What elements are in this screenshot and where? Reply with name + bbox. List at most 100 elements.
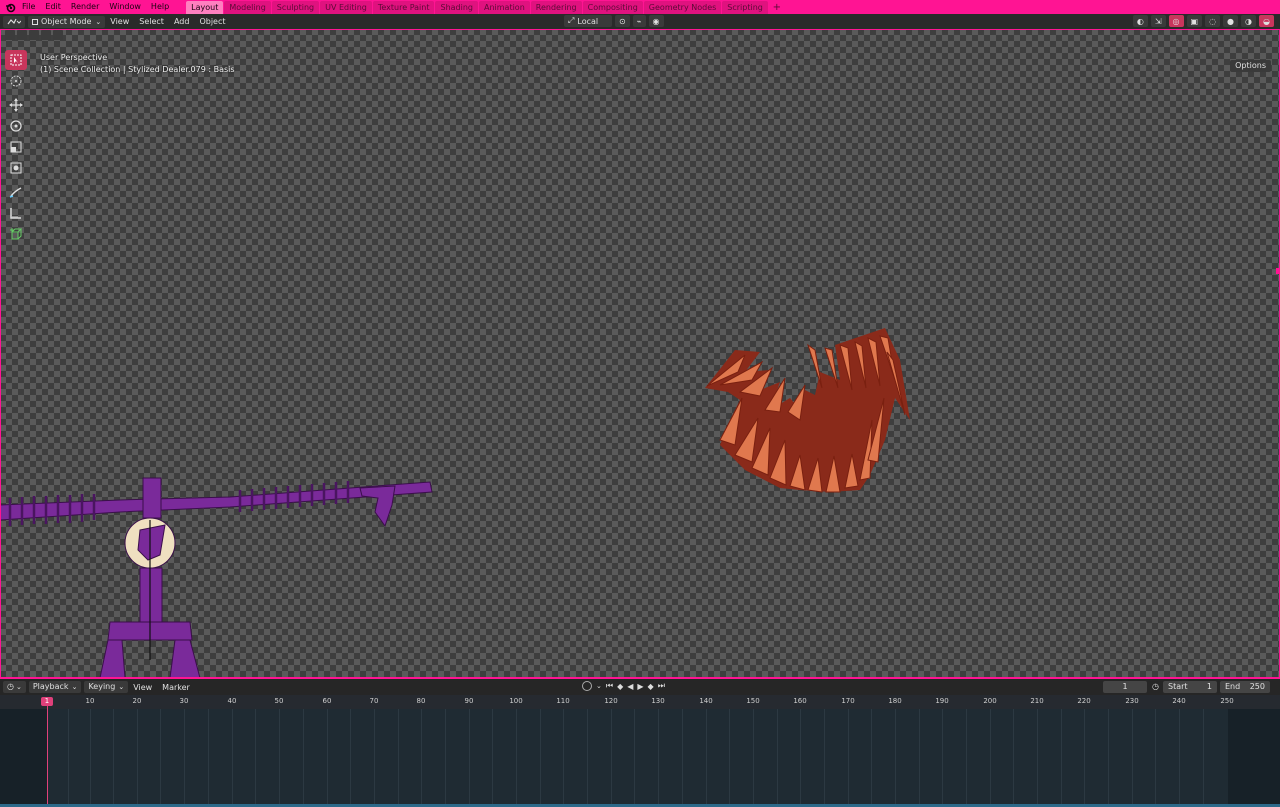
tab-geometry-nodes[interactable]: Geometry Nodes xyxy=(643,1,722,14)
move-tool[interactable] xyxy=(5,95,27,115)
cursor-tool[interactable] xyxy=(5,71,27,91)
3d-viewport[interactable]: Options xyxy=(0,29,1280,678)
tab-modeling[interactable]: Modeling xyxy=(224,1,271,14)
keying-set-icon[interactable]: ⌄ xyxy=(596,682,602,690)
tab-rendering[interactable]: Rendering xyxy=(530,1,582,14)
proportional-icon: ◉ xyxy=(652,16,660,26)
timeline-area[interactable] xyxy=(0,709,1280,807)
tab-shading[interactable]: Shading xyxy=(435,1,478,14)
tick-label: 100 xyxy=(509,697,523,705)
start-frame-field[interactable]: Start 1 xyxy=(1163,681,1217,693)
tick-label: 220 xyxy=(1077,697,1091,705)
sidebar-toggle-handle[interactable] xyxy=(1276,268,1280,274)
clock-icon: ◷ xyxy=(7,682,14,691)
menu-add[interactable]: Add xyxy=(169,14,195,29)
select-box-tool[interactable] xyxy=(5,50,27,70)
current-frame-value: 1 xyxy=(1122,682,1128,691)
playback-menu[interactable]: Playback ⌄ xyxy=(28,681,82,693)
menu-file[interactable]: File xyxy=(17,0,40,14)
orientation-icon: ⤢ xyxy=(568,16,575,25)
select-intersect-icon[interactable] xyxy=(53,30,63,40)
blender-logo-icon[interactable] xyxy=(3,0,17,14)
play-icon[interactable]: ▶ xyxy=(637,682,643,691)
select-new-icon[interactable] xyxy=(5,30,15,40)
keying-menu[interactable]: Keying ⌄ xyxy=(84,681,129,693)
tick-label: 10 xyxy=(85,697,95,705)
editor-type-icon xyxy=(7,18,21,25)
visibility-button[interactable]: ◐ xyxy=(1132,15,1148,27)
overlay-button[interactable]: ◎ xyxy=(1168,15,1184,27)
viewport-info: User Perspective (1) Scene Collection | … xyxy=(40,52,235,76)
tick-label: 30 xyxy=(179,697,189,705)
options-button[interactable]: Options xyxy=(1230,60,1271,72)
proportional-edit-button[interactable]: ◉ xyxy=(648,15,664,27)
tick-label: 250 xyxy=(1220,697,1234,705)
perspective-label: User Perspective xyxy=(40,53,108,62)
tab-uv-editing[interactable]: UV Editing xyxy=(320,1,372,14)
xray-button[interactable]: ▣ xyxy=(1186,15,1203,27)
mode-select-label: Object Mode xyxy=(41,17,92,26)
menu-object[interactable]: Object xyxy=(194,14,230,29)
tab-sculpting[interactable]: Sculpting xyxy=(271,1,320,14)
select-invert-icon[interactable] xyxy=(41,30,51,40)
menu-edit[interactable]: Edit xyxy=(40,0,66,14)
stopwatch-icon[interactable]: ◷ xyxy=(1152,682,1159,691)
measure-tool[interactable] xyxy=(5,203,27,223)
shading-rendered-button[interactable]: ◒ xyxy=(1259,15,1274,27)
play-reverse-icon[interactable]: ◀ xyxy=(627,682,633,691)
scene-render xyxy=(0,328,910,678)
tab-compositing[interactable]: Compositing xyxy=(582,1,643,14)
menu-help[interactable]: Help xyxy=(146,0,174,14)
jump-prev-keyframe-icon[interactable]: ◆ xyxy=(617,682,623,691)
shading-material-button[interactable]: ◑ xyxy=(1241,15,1257,27)
menu-render[interactable]: Render xyxy=(66,0,104,14)
select-subtract-icon[interactable] xyxy=(29,30,39,40)
add-workspace-button[interactable]: + xyxy=(771,2,783,14)
tick-label: 150 xyxy=(746,697,760,705)
armature-object[interactable] xyxy=(0,477,433,678)
end-frame-field[interactable]: End 250 xyxy=(1220,681,1270,693)
tab-texture-paint[interactable]: Texture Paint xyxy=(372,1,435,14)
tick-label: 90 xyxy=(464,697,474,705)
scale-icon xyxy=(10,141,22,153)
tab-layout[interactable]: Layout xyxy=(186,1,224,14)
shading-solid-button[interactable]: ● xyxy=(1223,15,1239,27)
snap-button[interactable]: ⌁ xyxy=(632,15,646,27)
tool-shelf xyxy=(5,50,29,245)
teeth-object[interactable] xyxy=(705,328,910,493)
menu-select[interactable]: Select xyxy=(134,14,169,29)
tick-label: 240 xyxy=(1172,697,1186,705)
timeline-menu-marker[interactable]: Marker xyxy=(157,683,195,692)
rotate-tool[interactable] xyxy=(5,116,27,136)
jump-next-keyframe-icon[interactable]: ◆ xyxy=(648,682,654,691)
menu-window[interactable]: Window xyxy=(104,0,146,14)
transform-orientation-select[interactable]: ⤢ Local xyxy=(564,15,612,27)
jump-start-icon[interactable]: ⏮ xyxy=(606,681,613,691)
auto-keying-icon[interactable] xyxy=(582,681,592,691)
timeline-editor-type-button[interactable]: ◷ ⌄ xyxy=(3,681,26,693)
pivot-point-button[interactable]: ⊙ xyxy=(615,15,630,27)
scale-tool[interactable] xyxy=(5,137,27,157)
timeline-menu-view[interactable]: View xyxy=(128,683,157,692)
tick-label: 210 xyxy=(1030,697,1044,705)
current-frame-field[interactable]: 1 xyxy=(1103,681,1147,693)
transform-tool[interactable] xyxy=(5,158,27,178)
tab-scripting[interactable]: Scripting xyxy=(722,1,768,14)
tab-animation[interactable]: Animation xyxy=(478,1,530,14)
add-cube-tool[interactable] xyxy=(5,224,27,244)
timeline-header: ◷ ⌄ Playback ⌄ Keying ⌄ View Marker ⌄ ⏮ … xyxy=(0,678,1280,695)
shading-wireframe-button[interactable]: ◌ xyxy=(1205,15,1221,27)
select-extend-icon[interactable] xyxy=(17,30,27,40)
editor-type-button[interactable] xyxy=(3,15,25,28)
playhead-frame-indicator[interactable]: 1 xyxy=(41,697,53,706)
jump-end-icon[interactable]: ⏭ xyxy=(658,681,665,691)
mode-select[interactable]: Object Mode ⌄ xyxy=(28,15,106,28)
keying-label: Keying xyxy=(88,682,116,691)
frame-ruler[interactable]: 10 20 30 40 50 60 70 80 90 100 110 120 1… xyxy=(0,695,1280,709)
eye-icon: ◐ xyxy=(1136,16,1144,26)
menu-view[interactable]: View xyxy=(105,14,134,29)
chevron-down-icon: ⌄ xyxy=(118,683,125,691)
playhead-line[interactable] xyxy=(47,706,48,807)
annotate-tool[interactable] xyxy=(5,182,27,202)
gizmo-button[interactable]: ⇲ xyxy=(1150,15,1166,27)
